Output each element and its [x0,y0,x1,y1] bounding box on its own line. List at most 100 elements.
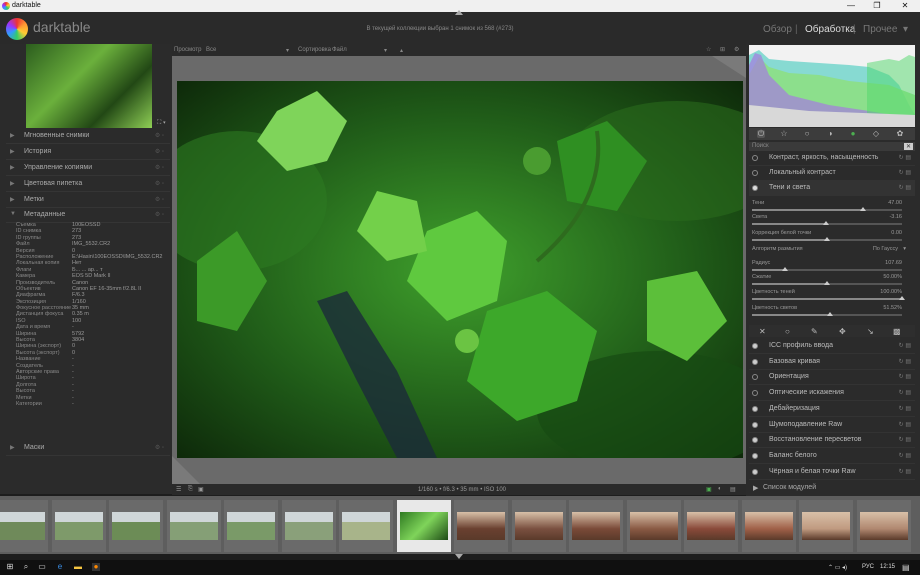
slider-handle[interactable] [824,237,830,241]
module-local-contrast[interactable]: Локальный контраст ↻ ▤ [749,166,915,181]
circle-icon[interactable]: ○ [803,130,811,138]
slider-handle[interactable] [824,281,830,285]
power-icon[interactable] [752,405,758,412]
filmstrip-thumbnail[interactable] [741,500,796,552]
module-controls-icon[interactable]: ↻ ▤ [899,452,911,459]
blend-combined-icon[interactable]: ▩ [893,327,901,336]
filmstrip-thumbnail[interactable] [454,500,508,552]
module-color-picker[interactable]: ▶ Цветовая пипетка ⚙ ▫ [6,176,170,192]
module-controls-icon[interactable]: ↻ ▤ [899,342,911,349]
power-icon[interactable] [752,155,758,161]
module-controls-icon[interactable]: ↻ ▤ [899,358,911,365]
navigation-zoom-icons[interactable]: ⛶ ▾ [157,120,166,127]
color-icon[interactable]: ● [849,130,857,138]
slider-5[interactable]: Сжатие 50.00% [752,274,902,288]
blur-algorithm-select[interactable]: Алгоритм размытия По Гауссу ▾ [752,246,906,256]
module-shadows-highlights[interactable]: Тени и света ↻ ▤ [749,181,915,196]
effects-icon[interactable]: ✿ [896,130,904,138]
edge-icon[interactable]: e [56,563,64,571]
blend-drawn-icon[interactable]: ✎ [811,327,818,336]
bottom-panel-toggle-icon[interactable] [455,554,463,559]
softproof-icon[interactable]: ◐ [718,486,722,492]
power-icon[interactable] [752,421,758,428]
module-metadata[interactable]: ▼ Метаданные ⚙ ▫ [6,207,170,223]
slider-7[interactable]: Цветность светов 51.52% [752,305,902,319]
notifications-icon[interactable]: ▤ [902,563,910,572]
filmstrip-thumbnail[interactable] [339,500,393,552]
power-icon[interactable] [752,390,758,397]
power-icon[interactable]: ⏻ [757,130,765,138]
module-snapshots[interactable]: ▶ Мгновенные снимки ⚙ ▫ [6,128,170,144]
gamut-check-icon[interactable]: ▤ [730,486,736,493]
power-icon[interactable] [752,358,758,365]
main-photo[interactable] [177,81,743,458]
module-row[interactable]: Баланс белого ↻ ▤ [749,449,915,464]
power-icon[interactable] [752,437,758,444]
tone-icon[interactable]: ◑ [826,130,834,138]
histogram[interactable] [749,45,915,127]
filmstrip-thumbnail[interactable] [224,500,278,552]
minimize-button[interactable]: — [838,0,864,12]
module-controls-icon[interactable]: ↻ ▤ [899,154,911,161]
slider-2[interactable]: Света -3.16 [752,214,902,228]
module-controls-icon[interactable]: ↻ ▤ [899,184,911,191]
correct-icon[interactable]: ◇ [872,130,880,138]
filmstrip-thumbnail[interactable] [109,500,163,552]
filmstrip-thumbnail[interactable] [51,500,106,552]
power-icon[interactable] [752,170,758,176]
module-row[interactable]: Ориентация ↻ ▤ [749,370,915,386]
top-panel-toggle-icon[interactable] [455,10,463,15]
module-controls-icon[interactable]: ↻ ▤ [899,373,911,380]
search-icon[interactable]: ⌕ [22,563,30,571]
module-controls-icon[interactable]: ⚙ ▫ [155,180,164,187]
navigation-thumbnail[interactable] [26,44,152,128]
task-view-icon[interactable]: ▭ [38,563,46,571]
module-row[interactable]: Оптические искажения ↻ ▤ [749,386,915,402]
module-controls-icon[interactable]: ⚙ ▫ [155,148,164,155]
module-controls-icon[interactable]: ⚙ ▫ [155,211,164,218]
filmstrip-thumbnail[interactable] [569,500,623,552]
explorer-icon[interactable]: ▬ [74,563,82,571]
filmstrip-thumbnail[interactable] [684,500,738,552]
slider-track[interactable] [752,281,902,285]
module-controls-icon[interactable]: ⚙ ▫ [155,132,164,139]
module-row[interactable]: Базовая кривая ↻ ▤ [749,355,915,370]
windows-start-icon[interactable]: ⊞ [6,563,14,571]
power-icon[interactable] [752,452,758,459]
module-controls-icon[interactable]: ⚙ ▫ [155,444,164,451]
slider-track[interactable] [752,312,902,316]
slider-3[interactable]: Коррекция белой точки 0.00 [752,230,902,244]
maximize-button[interactable]: ❐ [864,0,890,12]
settings-icon[interactable]: ⚙ [734,46,739,53]
filmstrip-thumbnail[interactable] [799,500,853,552]
module-controls-icon[interactable]: ↻ ▤ [899,436,911,443]
view-filter-select[interactable]: Все [206,47,216,53]
close-button[interactable]: ✕ [892,0,918,12]
dropdown-arrow-icon[interactable]: ▾ [384,47,387,54]
module-controls-icon[interactable]: ⚙ ▫ [155,196,164,203]
blend-uniform-icon[interactable]: ○ [785,327,790,336]
module-row[interactable]: Чёрная и белая точки Raw ↻ ▤ [749,465,915,480]
module-duplicate-manager[interactable]: ▶ Управление копиями ⚙ ▫ [6,160,170,176]
sort-order-icon[interactable]: ▴ [400,47,403,54]
module-tags[interactable]: ▶ Метки ⚙ ▫ [6,192,170,208]
slider-1[interactable]: Тени 47.00 [752,200,902,214]
slider-handle[interactable] [827,312,833,316]
clear-search-icon[interactable]: ✕ [903,143,913,150]
styles-icon[interactable]: ☰ [176,486,181,493]
tab-lighttable[interactable]: Обзор [763,24,792,35]
slider-6[interactable]: Цветность теней 100.00% [752,289,905,303]
tray-icons[interactable]: ⌃ ▭ ◂) [828,564,847,571]
star-icon[interactable]: ☆ [706,46,711,53]
slider-track[interactable] [752,267,902,271]
module-row[interactable]: Восстановление пересветов ↻ ▤ [749,433,915,449]
filmstrip-thumbnail[interactable] [0,500,48,552]
module-controls-icon[interactable]: ↻ ▤ [899,169,911,176]
blend-raster-icon[interactable]: ↘ [867,327,874,336]
module-controls-icon[interactable]: ↻ ▤ [899,421,911,428]
module-controls-icon[interactable]: ↻ ▤ [899,468,911,475]
slider-handle[interactable] [782,267,788,271]
module-row[interactable]: ICC профиль ввода ↻ ▤ [749,339,915,354]
tab-darkroom[interactable]: Обработка [805,24,855,35]
power-icon[interactable] [752,468,758,475]
